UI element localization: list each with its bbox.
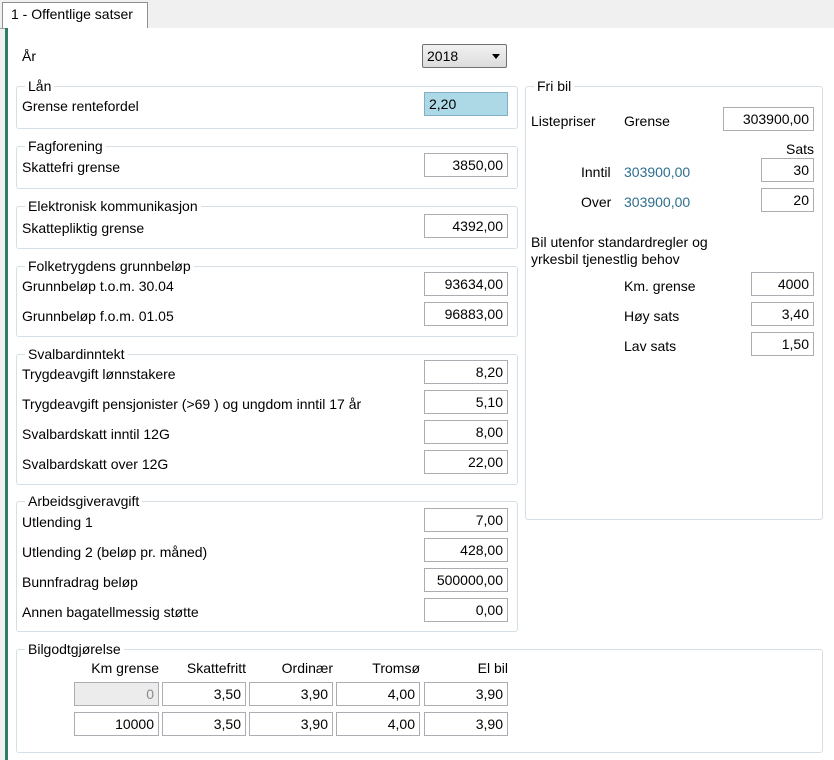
group-grunnbelop: Folketrygdens grunnbeløp Grunnbeløp t.o.…: [16, 258, 518, 337]
col-header-ordinaer: Ordinær: [281, 660, 333, 676]
utenfor-text-1: Bil utenfor standardregler og: [531, 234, 708, 250]
svalbard-row-field[interactable]: 8,20: [424, 360, 508, 384]
grunnbelop-row-field[interactable]: 93634,00: [424, 272, 508, 296]
group-lan-title: Lån: [25, 78, 55, 94]
bilgodt-cell[interactable]: 3,50: [162, 712, 246, 736]
bilgodt-cell[interactable]: 3,90: [249, 682, 333, 706]
group-arbeidsgiveravgift: Arbeidsgiveravgift Utlending 1 7,00 Utle…: [16, 493, 518, 632]
col-header-el-bil: El bil: [477, 660, 508, 676]
svalbard-row-label: Trygdeavgift pensjonister (>69 ) og ungd…: [22, 396, 362, 412]
tab-panel: År 2018 Lån Grense rentefordel 2,20 Fagf…: [5, 28, 834, 760]
over-amount: 303900,00: [624, 194, 691, 210]
group-arbeidsgiver-title: Arbeidsgiveravgift: [25, 493, 143, 509]
group-lan: Lån Grense rentefordel 2,20: [16, 78, 518, 129]
group-svalbard-title: Svalbardinntekt: [25, 346, 128, 362]
arbeidsgiver-row-field[interactable]: 7,00: [424, 508, 508, 532]
arbeidsgiver-row-field[interactable]: 0,00: [424, 598, 508, 622]
inntil-label: Inntil: [581, 164, 611, 180]
group-fri-bil-title: Fri bil: [534, 78, 575, 94]
lav-sats-label: Lav sats: [624, 338, 677, 354]
km-grense-label: Km. grense: [624, 278, 696, 294]
grense-field[interactable]: 303900,00: [723, 107, 814, 131]
bilgodt-cell[interactable]: 3,50: [162, 682, 246, 706]
chevron-down-icon[interactable]: [492, 54, 500, 59]
svalbard-row-label: Trygdeavgift lønnstakere: [22, 366, 176, 382]
tab-offentlige-satser[interactable]: 1 - Offentlige satser: [2, 2, 148, 28]
bilgodt-cell-km[interactable]: 10000: [74, 712, 159, 736]
svalbard-row-label: Svalbardskatt inntil 12G: [22, 426, 170, 442]
svalbard-row-label: Svalbardskatt over 12G: [22, 456, 169, 472]
bilgodt-cell[interactable]: 3,90: [249, 712, 333, 736]
over-sats-field[interactable]: 20: [761, 188, 814, 212]
grunnbelop-row-label: Grunnbeløp f.o.m. 01.05: [22, 308, 174, 324]
group-fagforening-title: Fagforening: [25, 138, 106, 154]
group-fri-bil: Fri bil Listepriser Grense 303900,00 Sat…: [525, 78, 823, 520]
bilgodt-cell[interactable]: 4,00: [336, 712, 420, 736]
skattefri-grense-field[interactable]: 3850,00: [424, 153, 508, 177]
inntil-sats-field[interactable]: 30: [761, 158, 814, 182]
arbeidsgiver-row-label: Utlending 1: [22, 514, 93, 530]
arbeidsgiver-row-field[interactable]: 500000,00: [424, 568, 508, 592]
bilgodt-cell[interactable]: 3,90: [424, 682, 508, 706]
arbeidsgiver-row-label: Annen bagatellmessig støtte: [22, 604, 199, 620]
utenfor-text-2: yrkesbil tjenestlig behov: [531, 251, 680, 267]
col-header-skattefritt: Skattefritt: [186, 660, 246, 676]
arbeidsgiver-row-field[interactable]: 428,00: [424, 538, 508, 562]
year-select[interactable]: 2018: [422, 44, 507, 68]
col-header-km-grense: Km grense: [91, 660, 159, 676]
grense-label: Grense: [624, 113, 670, 129]
group-svalbardinntekt: Svalbardinntekt Trygdeavgift lønnstakere…: [16, 346, 518, 485]
arbeidsgiver-row-label: Bunnfradrag beløp: [22, 574, 138, 590]
year-value: 2018: [427, 48, 459, 64]
hoy-sats-label: Høy sats: [624, 308, 680, 324]
inntil-amount: 303900,00: [624, 164, 691, 180]
lav-sats-field[interactable]: 1,50: [751, 332, 814, 356]
bilgodt-cell-km: 0: [74, 682, 159, 706]
km-grense-field[interactable]: 4000: [751, 272, 814, 296]
grense-rentefordel-label: Grense rentefordel: [22, 98, 139, 114]
group-bilgodtgjorelse: Bilgodtgjørelse Km grense Skattefritt Or…: [16, 641, 823, 753]
grense-rentefordel-field[interactable]: 2,20: [424, 92, 508, 116]
svalbard-row-field[interactable]: 22,00: [424, 450, 508, 474]
group-elkom-title: Elektronisk kommunikasjon: [25, 198, 201, 214]
skattefri-grense-label: Skattefri grense: [22, 159, 121, 175]
listepriser-label: Listepriser: [531, 113, 596, 129]
skattepliktig-grense-label: Skattepliktig grense: [22, 220, 145, 236]
grunnbelop-row-label: Grunnbeløp t.o.m. 30.04: [22, 278, 174, 294]
group-bilgodt-title: Bilgodtgjørelse: [25, 641, 124, 657]
hoy-sats-field[interactable]: 3,40: [751, 302, 814, 326]
sats-header: Sats: [785, 141, 814, 157]
grunnbelop-row-field[interactable]: 96883,00: [424, 302, 508, 326]
over-label: Over: [581, 194, 612, 210]
bilgodt-cell[interactable]: 3,90: [424, 712, 508, 736]
year-label: År: [22, 48, 36, 64]
svalbard-row-field[interactable]: 5,10: [424, 390, 508, 414]
col-header-tromso: Tromsø: [372, 660, 420, 676]
bilgodt-cell[interactable]: 4,00: [336, 682, 420, 706]
svalbard-row-field[interactable]: 8,00: [424, 420, 508, 444]
group-elektronisk-kommunikasjon: Elektronisk kommunikasjon Skattepliktig …: [16, 198, 518, 249]
skattepliktig-grense-field[interactable]: 4392,00: [424, 214, 508, 238]
group-fagforening: Fagforening Skattefri grense 3850,00: [16, 138, 518, 189]
group-grunnbelop-title: Folketrygdens grunnbeløp: [25, 258, 194, 274]
arbeidsgiver-row-label: Utlending 2 (beløp pr. måned): [22, 544, 208, 560]
